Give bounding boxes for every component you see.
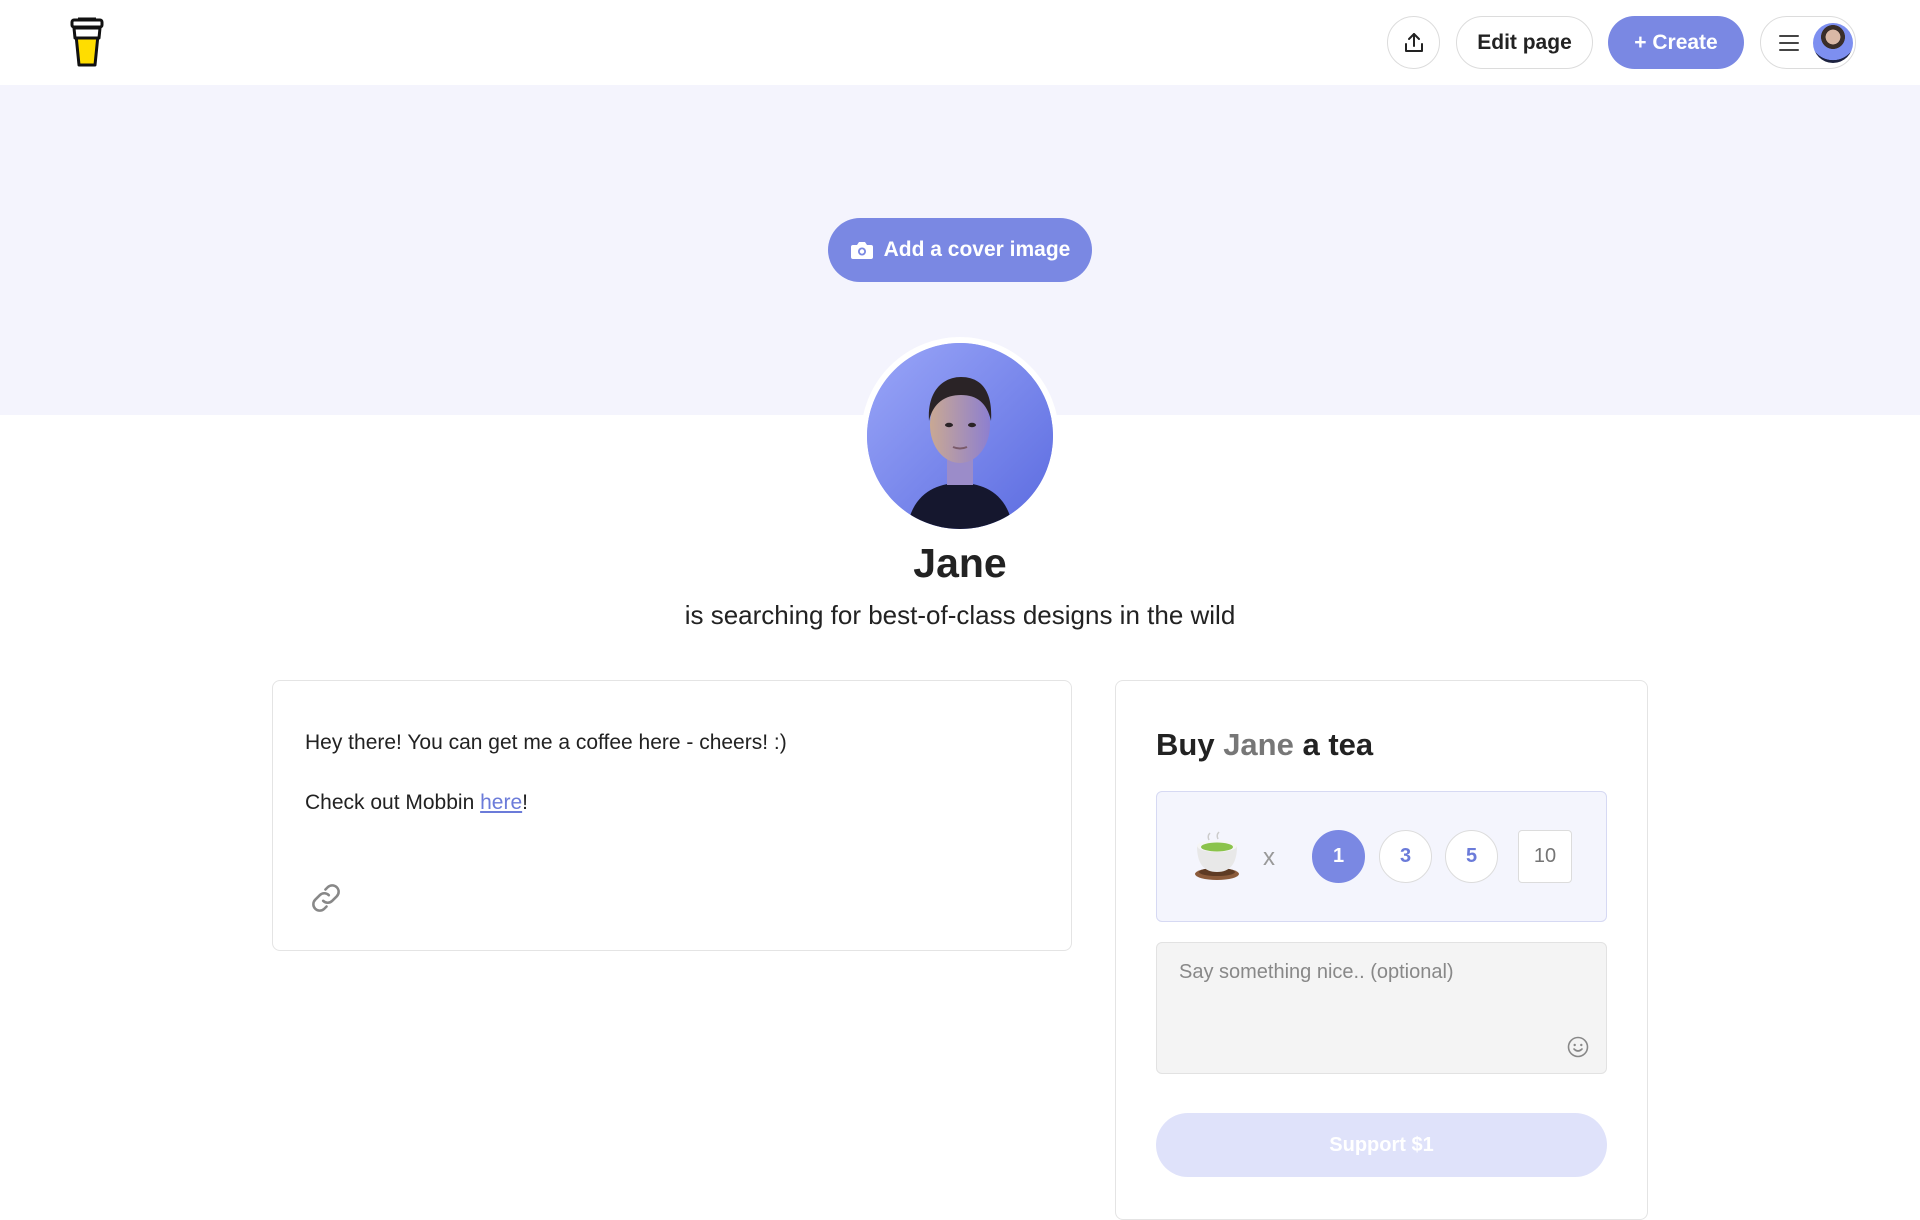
quantity-option-1[interactable]: 1 bbox=[1312, 830, 1365, 883]
tea-cup-icon bbox=[1195, 831, 1239, 880]
top-navigation: Edit page + Create bbox=[0, 0, 1920, 85]
create-button[interactable]: + Create bbox=[1608, 16, 1744, 69]
support-button[interactable]: Support $1 bbox=[1156, 1113, 1607, 1177]
link-icon[interactable] bbox=[309, 881, 343, 915]
about-text: Hey there! You can get me a coffee here … bbox=[305, 731, 787, 754]
support-title-prefix: Buy bbox=[1156, 727, 1224, 762]
support-title-name: Jane bbox=[1223, 727, 1294, 762]
coffee-cup-logo-icon[interactable] bbox=[68, 16, 106, 68]
about-text-suffix: ! bbox=[522, 791, 528, 814]
message-field bbox=[1156, 942, 1607, 1074]
share-upload-icon bbox=[1404, 32, 1423, 52]
edit-page-button[interactable]: Edit page bbox=[1456, 16, 1593, 69]
support-card: Buy Jane a tea x 1 3 5 Support $1 bbox=[1115, 680, 1648, 1220]
quantity-selector: x 1 3 5 bbox=[1156, 791, 1607, 922]
support-title-suffix: a tea bbox=[1293, 727, 1374, 762]
hamburger-menu-icon bbox=[1779, 34, 1799, 51]
smiley-icon[interactable] bbox=[1566, 1035, 1590, 1059]
mobbin-link[interactable]: here bbox=[480, 791, 522, 814]
quantity-option-3[interactable]: 3 bbox=[1379, 830, 1432, 883]
about-text-mobbin: Check out Mobbin here! bbox=[305, 791, 528, 815]
about-card: Hey there! You can get me a coffee here … bbox=[272, 680, 1072, 951]
custom-quantity-input[interactable] bbox=[1518, 830, 1572, 883]
profile-portrait-image bbox=[867, 343, 1053, 529]
avatar bbox=[1813, 22, 1853, 63]
add-cover-image-label: Add a cover image bbox=[883, 238, 1071, 261]
quantity-option-5[interactable]: 5 bbox=[1445, 830, 1498, 883]
account-menu-button[interactable] bbox=[1760, 16, 1856, 69]
multiplier-sign: x bbox=[1263, 844, 1275, 871]
share-button[interactable] bbox=[1387, 16, 1440, 69]
camera-icon bbox=[850, 242, 873, 259]
support-title: Buy Jane a tea bbox=[1156, 727, 1373, 763]
profile-tagline: is searching for best-of-class designs i… bbox=[684, 600, 1236, 630]
profile-name: Jane bbox=[913, 540, 1007, 586]
profile-avatar bbox=[861, 337, 1059, 535]
add-cover-image-button[interactable]: Add a cover image bbox=[828, 218, 1092, 282]
message-input[interactable] bbox=[1157, 943, 1606, 1073]
about-text-prefix: Check out Mobbin bbox=[305, 791, 481, 814]
